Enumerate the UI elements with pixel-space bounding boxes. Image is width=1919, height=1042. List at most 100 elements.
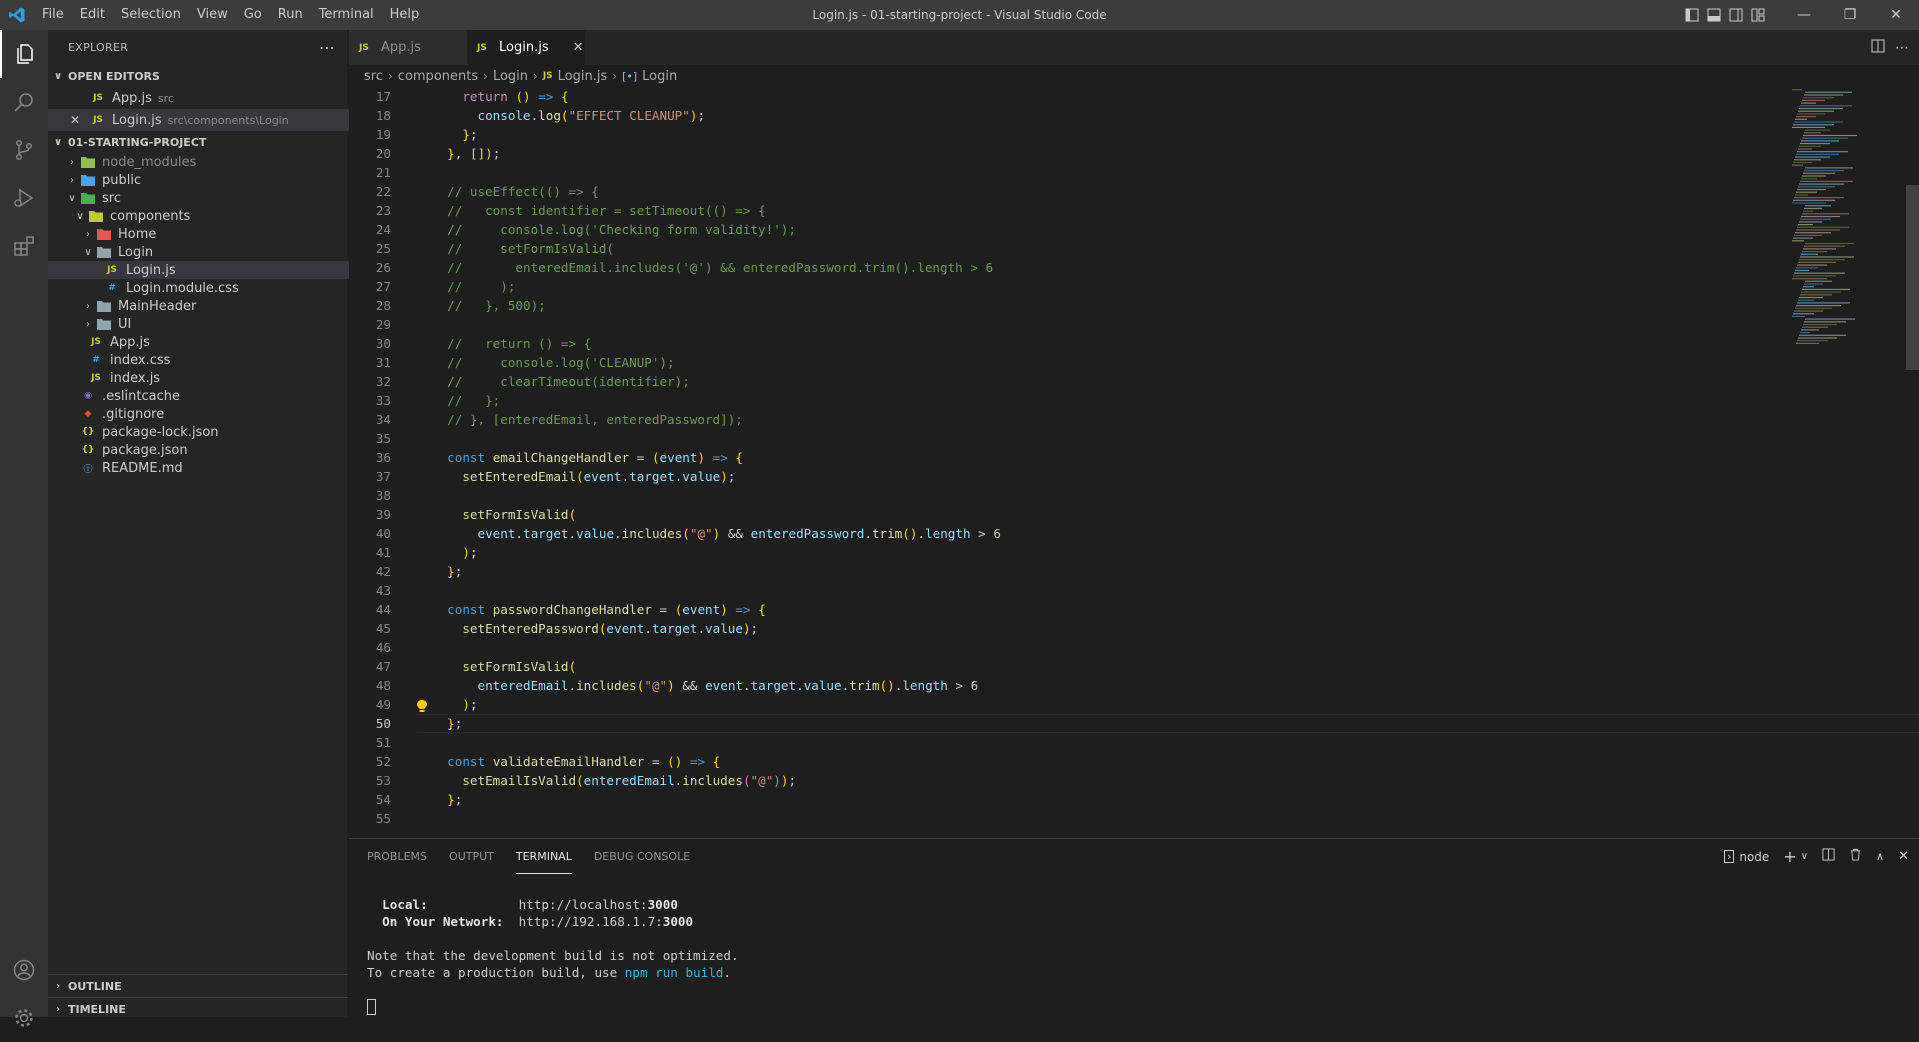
tree-item-index-css[interactable]: # index.css — [48, 351, 372, 369]
minimap-line — [1803, 172, 1835, 174]
project-section[interactable]: ∨ 01-STARTING-PROJECT — [48, 131, 348, 153]
code-line: 42 }; — [349, 562, 1779, 581]
local-url: http://localhost: — [518, 897, 648, 912]
tab-problems[interactable]: PROBLEMS — [367, 839, 427, 874]
terminal-line: Local: http://localhost:3000 — [367, 896, 678, 913]
code-line: 34 // }, [enteredEmail, enteredPassword]… — [349, 410, 1779, 429]
tree-item-gitignore[interactable]: ◆ .gitignore — [48, 405, 364, 423]
menu-view[interactable]: View — [189, 0, 236, 30]
close-editor-icon[interactable]: ✕ — [70, 113, 90, 127]
open-editor-login-js[interactable]: ✕ JS Login.js src\components\Login — [48, 109, 370, 131]
split-terminal-icon[interactable] — [1822, 848, 1835, 865]
breadcrumb-item[interactable]: components — [398, 69, 478, 84]
minimap-line — [1801, 253, 1818, 255]
json-icon: {} — [81, 427, 95, 437]
extensions-icon[interactable] — [0, 222, 48, 270]
trash-icon[interactable] — [1849, 848, 1862, 865]
source-control-icon[interactable] — [0, 126, 48, 174]
open-editor-app-js[interactable]: JS App.js src — [48, 87, 390, 109]
tab-app-js[interactable]: JS App.js — [349, 30, 467, 65]
editor-scrollbar[interactable] — [1906, 185, 1919, 370]
menu-go[interactable]: Go — [236, 0, 270, 30]
tree-item-login-module-css[interactable]: # Login.module.css — [48, 279, 388, 297]
tree-item-node-modules[interactable]: › node_modules — [48, 153, 364, 171]
more-actions-icon[interactable]: ⋯ — [319, 30, 335, 65]
outline-section[interactable]: › OUTLINE — [48, 975, 348, 997]
maximize-panel-icon[interactable]: ∧ — [1876, 850, 1884, 863]
split-editor-icon[interactable] — [1871, 39, 1885, 57]
terminal-selector[interactable]: › node — [1723, 850, 1769, 864]
toggle-secondary-sidebar-icon[interactable] — [1725, 0, 1747, 30]
accounts-icon[interactable] — [0, 946, 48, 994]
css-icon: # — [108, 283, 116, 293]
tree-item-index-js[interactable]: JS index.js — [48, 369, 372, 387]
minimap-line — [1793, 275, 1836, 277]
tree-item-mainheader[interactable]: › MainHeader — [48, 297, 380, 315]
js-icon: JS — [93, 115, 103, 125]
search-icon[interactable] — [0, 78, 48, 126]
tree-item-readme-md[interactable]: ⓘ README.md — [48, 459, 364, 477]
open-editors-section[interactable]: ∨ OPEN EDITORS — [48, 65, 348, 87]
code-line: 49 ); — [349, 695, 1779, 714]
folder-components-icon — [88, 208, 104, 224]
restore-icon[interactable]: ❐ — [1827, 0, 1873, 30]
minimap-line — [1799, 107, 1843, 110]
close-window-icon[interactable]: ✕ — [1873, 0, 1919, 30]
code-line: 31 // console.log('CLEANUP'); — [349, 353, 1779, 372]
menu-edit[interactable]: Edit — [72, 0, 113, 30]
minimap-line — [1801, 178, 1817, 180]
toggle-primary-sidebar-icon[interactable] — [1681, 0, 1703, 30]
tree-item-ui[interactable]: › UI — [48, 315, 380, 333]
editor-tab-bar: JS App.js JS Login.js ✕ ⋯ — [349, 30, 1919, 65]
code-editor[interactable]: 17 return () => {18 console.log("EFFECT … — [349, 87, 1919, 837]
menu-run[interactable]: Run — [270, 0, 311, 30]
tree-item-home[interactable]: › Home — [48, 225, 380, 243]
tree-item-login-js[interactable]: JS Login.js — [48, 261, 388, 279]
minimap-line — [1805, 167, 1853, 169]
tree-item-public[interactable]: › public — [48, 171, 364, 189]
tab-output[interactable]: OUTPUT — [449, 839, 494, 874]
tree-item-src[interactable]: ∨ src — [48, 189, 364, 207]
minimap-line — [1795, 194, 1808, 196]
chevron-down-icon[interactable]: ∨ — [1801, 851, 1808, 862]
terminal-cursor[interactable] — [367, 999, 376, 1015]
css-icon: # — [92, 355, 100, 365]
tree-item-eslintcache[interactable]: ◉ .eslintcache — [48, 387, 364, 405]
customize-layout-icon[interactable] — [1747, 0, 1769, 30]
breadcrumb-item[interactable]: src — [364, 69, 383, 84]
tree-item-package-json[interactable]: {} package.json — [48, 441, 364, 459]
close-panel-icon[interactable]: ✕ — [1898, 849, 1909, 864]
menu-terminal[interactable]: Terminal — [311, 0, 382, 30]
minimap[interactable] — [1790, 87, 1905, 837]
tab-login-js[interactable]: JS Login.js ✕ — [467, 30, 585, 65]
folder-src-icon — [80, 190, 96, 206]
code-text: }; — [447, 792, 463, 807]
explorer-icon[interactable] — [0, 30, 50, 78]
minimap-line — [1797, 113, 1825, 115]
tree-item-app-js[interactable]: JS App.js — [48, 333, 372, 351]
minimap-line — [1797, 188, 1826, 191]
json-icon: {} — [81, 445, 95, 455]
lightbulb-icon[interactable] — [416, 699, 430, 715]
breadcrumb-item[interactable]: Login — [642, 69, 677, 84]
breadcrumb-item[interactable]: Login.js — [558, 69, 608, 84]
tree-item-components[interactable]: ∨ components — [48, 207, 372, 225]
manage-gear-icon[interactable] — [0, 994, 48, 1042]
close-tab-icon[interactable]: ✕ — [573, 40, 584, 55]
more-actions-icon[interactable]: ⋯ — [1895, 40, 1909, 56]
menu-file[interactable]: File — [34, 0, 72, 30]
menu-selection[interactable]: Selection — [113, 0, 189, 30]
open-editor-name: App.js — [112, 90, 152, 106]
minimize-icon[interactable]: — — [1781, 0, 1827, 30]
tab-terminal[interactable]: TERMINAL — [515, 839, 572, 874]
tree-item-login[interactable]: ∨ Login — [48, 243, 380, 261]
new-terminal-plus-icon[interactable]: + — [1783, 847, 1796, 866]
toggle-panel-icon[interactable] — [1703, 0, 1725, 30]
line-number: 35 — [375, 431, 391, 446]
tab-debug-console[interactable]: DEBUG CONSOLE — [594, 839, 690, 874]
breadcrumb-item[interactable]: Login — [493, 69, 528, 84]
minimap-line — [1802, 288, 1850, 290]
tree-item-package-lock-json[interactable]: {} package-lock.json — [48, 423, 364, 441]
run-debug-icon[interactable] — [0, 174, 48, 222]
menu-help[interactable]: Help — [382, 0, 428, 30]
